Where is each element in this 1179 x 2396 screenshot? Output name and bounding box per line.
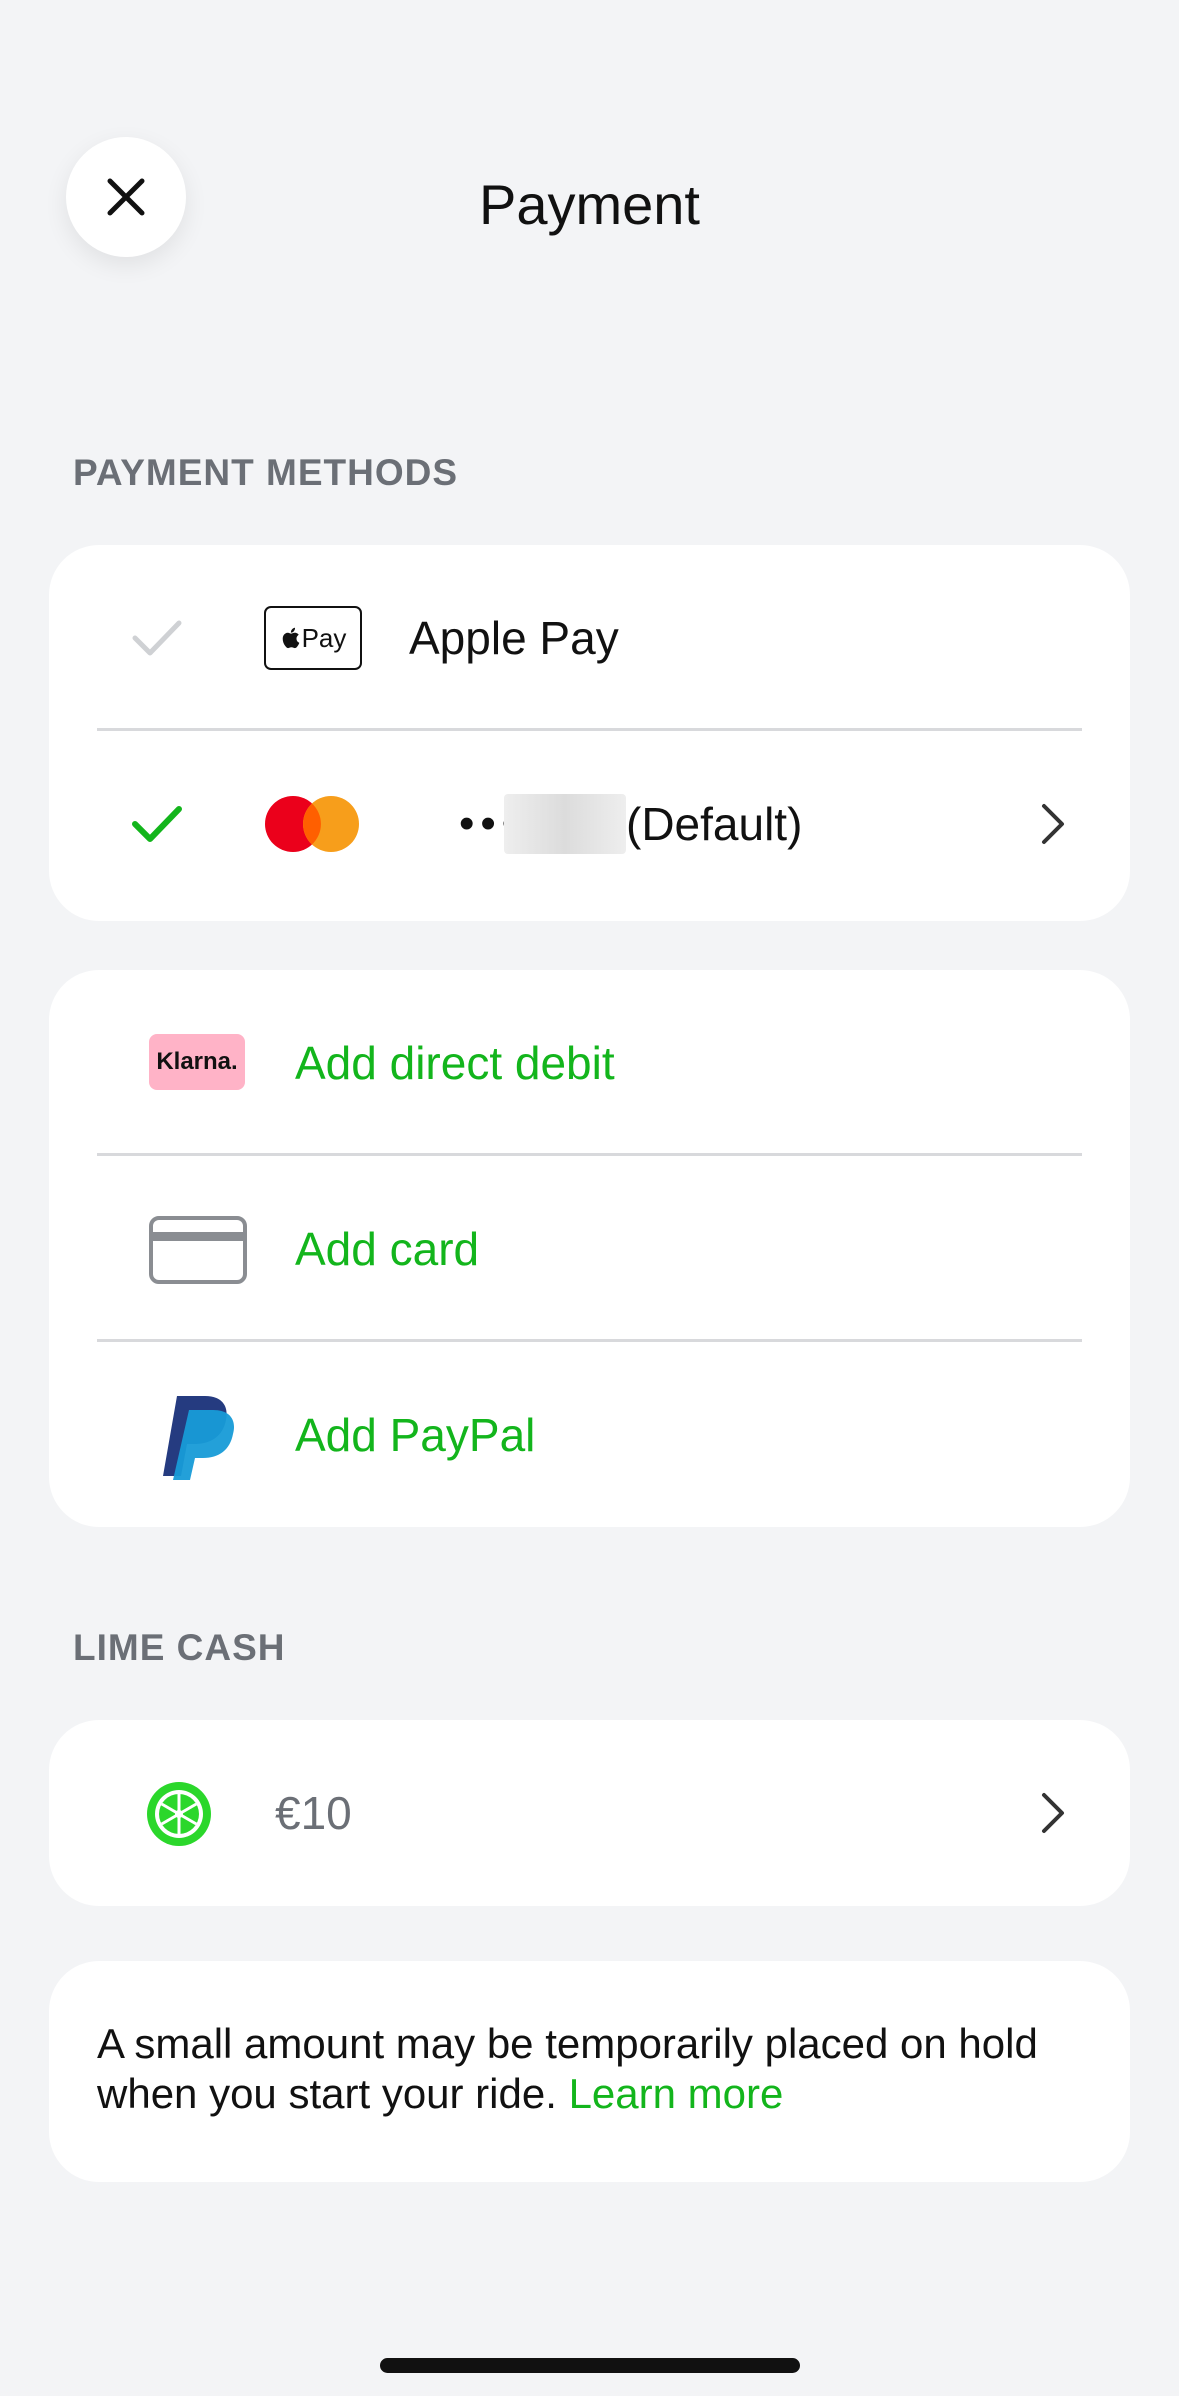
klarna-badge-text: Klarna. (156, 1048, 238, 1075)
apple-pay-icon: Pay (264, 606, 362, 670)
default-label: (Default) (626, 798, 803, 850)
check-icon-selected (132, 806, 182, 842)
lime-cash-card: €10 (49, 1720, 1130, 1906)
add-card-label: Add card (295, 1223, 480, 1275)
check-icon-unselected (132, 620, 182, 656)
chevron-right-icon (1042, 804, 1064, 844)
add-paypal-row[interactable]: Add PayPal (49, 1342, 1130, 1527)
mastercard-icon (265, 796, 359, 852)
add-direct-debit-label: Add direct debit (295, 1037, 615, 1089)
apple-logo-icon (282, 627, 299, 649)
hold-notice-text: A small amount may be temporarily placed… (97, 2020, 1038, 2117)
learn-more-link[interactable]: Learn more (569, 2070, 784, 2117)
apple-pay-badge-text: Pay (301, 622, 347, 653)
payment-methods-card: Pay Apple Pay •••• (Default) (49, 545, 1130, 921)
page-title: Payment (479, 173, 700, 236)
mastercard-row[interactable]: •••• (Default) (49, 731, 1130, 917)
payment-methods-label: PAYMENT METHODS (73, 452, 459, 493)
add-direct-debit-row[interactable]: Klarna. Add direct debit (49, 970, 1130, 1156)
card-icon (149, 1216, 247, 1284)
home-indicator (380, 2358, 800, 2373)
chevron-right-icon (1042, 1793, 1064, 1833)
add-methods-card: Klarna. Add direct debit Add card Add Pa… (49, 970, 1130, 1527)
lime-icon (147, 1782, 211, 1846)
add-paypal-label: Add PayPal (295, 1409, 536, 1461)
hold-notice-card: A small amount may be temporarily placed… (49, 1961, 1130, 2182)
card-number-redacted (504, 794, 626, 854)
apple-pay-row[interactable]: Pay Apple Pay (49, 545, 1130, 731)
lime-cash-balance: €10 (275, 1787, 352, 1839)
lime-cash-row[interactable]: €10 (49, 1720, 1130, 1906)
apple-pay-label: Apple Pay (409, 612, 619, 664)
lime-cash-label: LIME CASH (73, 1627, 286, 1668)
add-card-row[interactable]: Add card (49, 1156, 1130, 1342)
klarna-icon: Klarna. (149, 1034, 245, 1090)
hold-notice: A small amount may be temporarily placed… (97, 2019, 1082, 2119)
paypal-icon (163, 1396, 235, 1480)
